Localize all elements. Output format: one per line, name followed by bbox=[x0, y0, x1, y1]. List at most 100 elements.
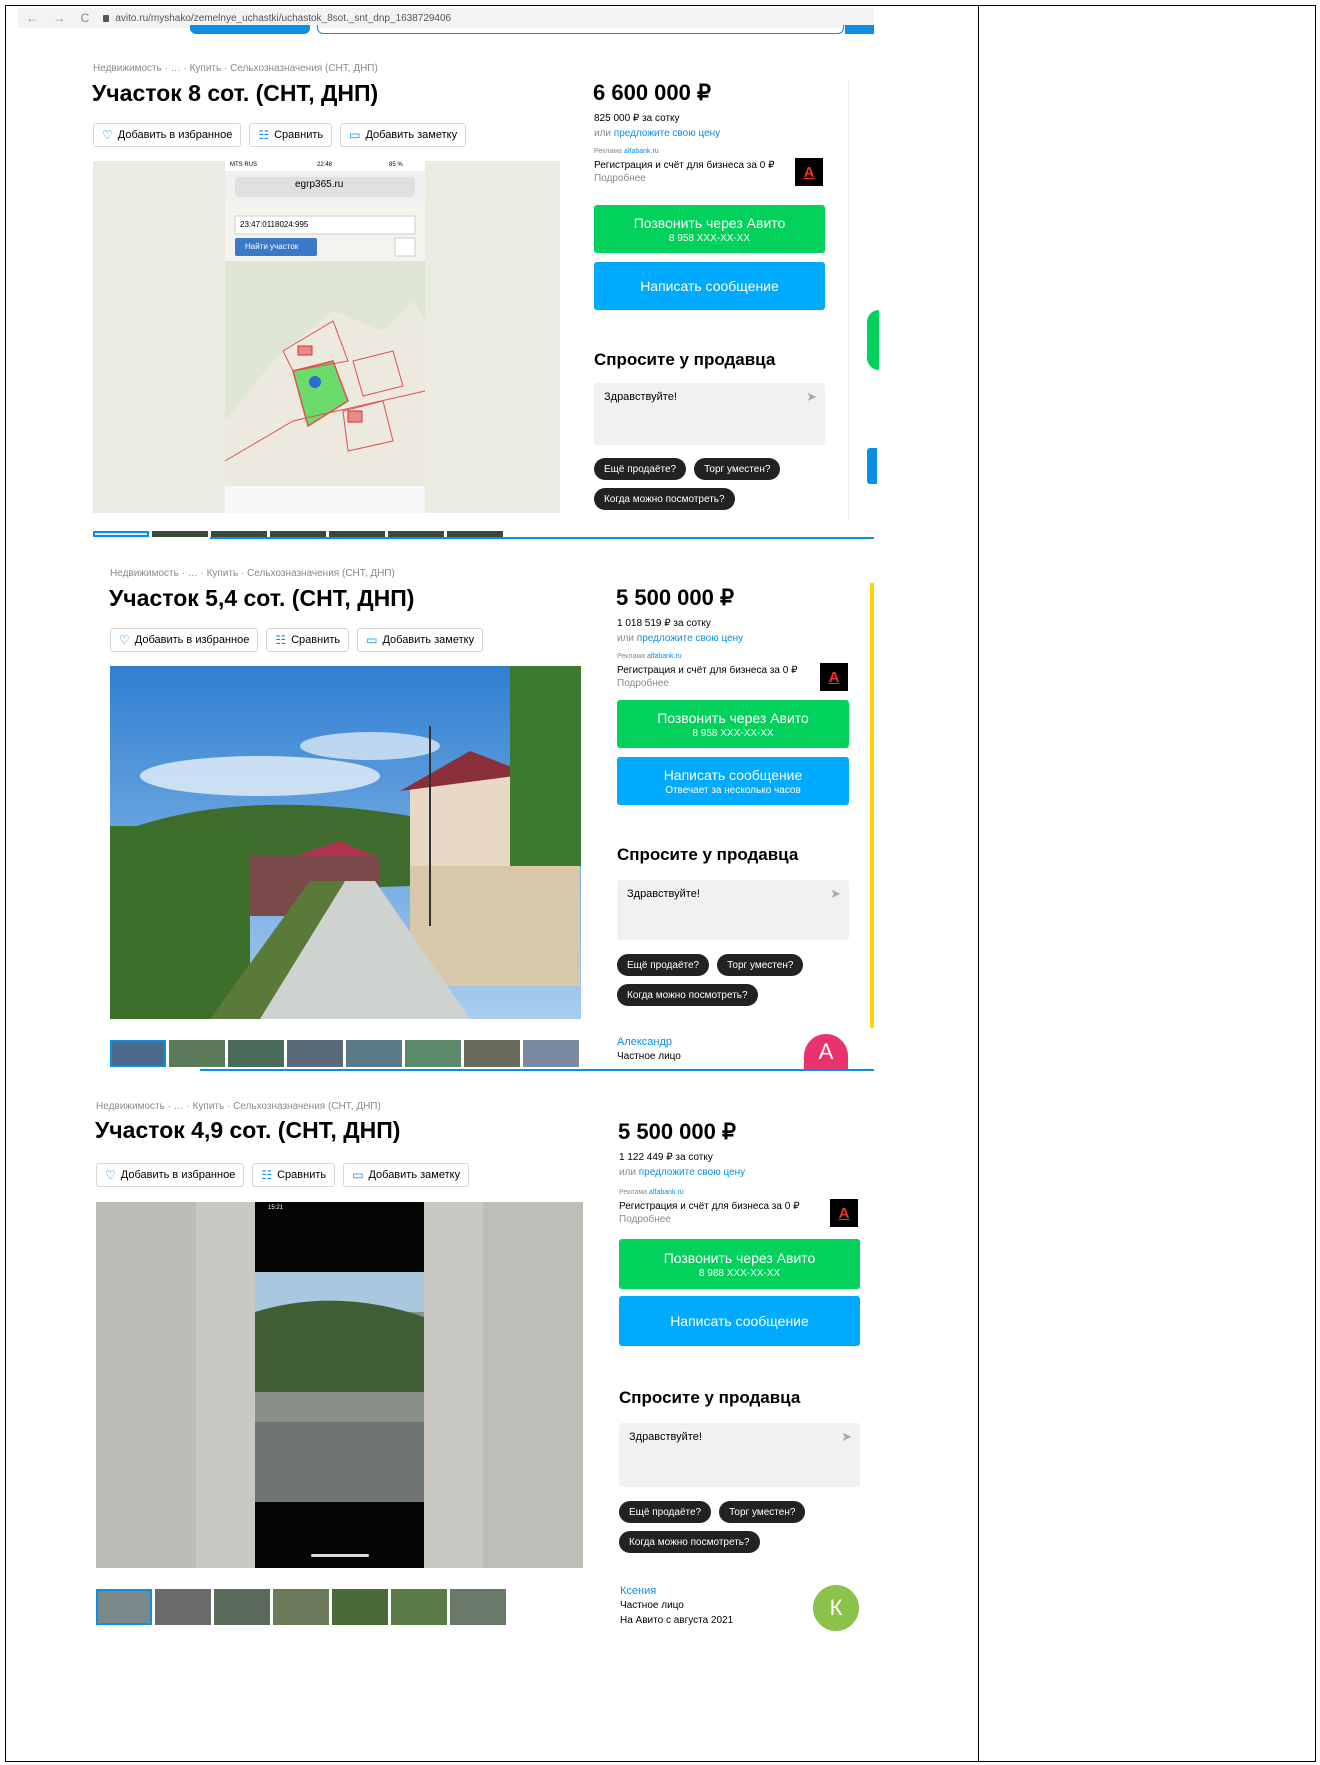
offer-price-link[interactable]: предложите свою цену bbox=[637, 633, 743, 644]
breadcrumb[interactable]: Недвижимость · … · Купить · Сельхозназна… bbox=[93, 63, 378, 74]
alfabank-logo[interactable]: A bbox=[820, 663, 848, 691]
photo-site-url: egrp365.ru bbox=[295, 179, 344, 190]
ad-label: Реклама alfabank.ru bbox=[619, 1189, 684, 1196]
thumbnail[interactable] bbox=[523, 1040, 579, 1067]
call-button[interactable]: Позвонить через Авито 8 958 XXX-XX-XX bbox=[594, 205, 825, 253]
page-title: Участок 4,9 сот. (СНТ, ДНП) bbox=[95, 1117, 401, 1143]
thumbnail[interactable] bbox=[391, 1589, 447, 1625]
phone-photo-art bbox=[96, 1202, 583, 1568]
chip-when-view[interactable]: Когда можно посмотреть? bbox=[617, 984, 758, 1006]
chip-when-view[interactable]: Когда можно посмотреть? bbox=[619, 1531, 760, 1553]
thumbnail-strip bbox=[110, 1040, 579, 1067]
note-icon: ▭ bbox=[349, 128, 361, 142]
compare-button[interactable]: ☷ Сравнить bbox=[266, 628, 350, 652]
ad-more-link[interactable]: Подробнее bbox=[594, 173, 646, 184]
quick-questions: Ещё продаёте? Торг уместен? Когда можно … bbox=[594, 458, 834, 510]
add-favorite-button[interactable]: ♡ Добавить в избранное bbox=[96, 1163, 245, 1187]
price: 6 600 000 ₽ bbox=[593, 80, 711, 105]
listing-actions: ♡ Добавить в избранное ☷ Сравнить ▭ Добавит… bbox=[93, 123, 467, 147]
offer-price-link[interactable]: предложите свою цену bbox=[639, 1167, 745, 1178]
add-favorite-button[interactable]: ♡ Добавить в избранное bbox=[93, 123, 242, 147]
send-icon[interactable]: ➤ bbox=[806, 389, 817, 405]
map-photo-art bbox=[93, 161, 560, 513]
add-note-button[interactable]: ▭ Добавить заметку bbox=[343, 1163, 470, 1187]
seller-avatar[interactable]: А bbox=[804, 1034, 848, 1070]
ad-domain-link[interactable]: alfabank.ru bbox=[649, 1189, 684, 1196]
breadcrumb[interactable]: Недвижимость · … · Купить · Сельхозназна… bbox=[96, 1101, 381, 1112]
site-search-strip bbox=[190, 25, 874, 35]
add-note-button[interactable]: ▭ Добавить заметку bbox=[357, 628, 484, 652]
call-button[interactable]: Позвонить через Авито 8 988 XXX-XX-XX bbox=[619, 1239, 860, 1289]
thumbnail[interactable] bbox=[405, 1040, 461, 1067]
seller-avatar[interactable]: К bbox=[813, 1585, 859, 1631]
heart-icon: ♡ bbox=[119, 633, 130, 647]
browser-nav-icons[interactable]: ← → C bbox=[26, 11, 95, 25]
thumbnail[interactable] bbox=[155, 1589, 211, 1625]
chip-bargain[interactable]: Торг уместен? bbox=[694, 458, 781, 480]
seller-type: Частное лицо bbox=[620, 1600, 684, 1611]
listing-photo[interactable] bbox=[110, 666, 581, 1019]
chip-bargain[interactable]: Торг уместен? bbox=[717, 954, 804, 976]
thumbnail[interactable] bbox=[169, 1040, 225, 1067]
thumbnail[interactable] bbox=[450, 1589, 506, 1625]
price-per-sotka: 1 122 449 ₽ за сотку bbox=[619, 1152, 713, 1163]
thumbnail[interactable] bbox=[152, 531, 208, 537]
url-text[interactable]: avito.ru/myshako/zemelnye_uchastki/uchas… bbox=[115, 13, 451, 24]
thumbnail[interactable] bbox=[287, 1040, 343, 1067]
seller-name-link[interactable]: Александр bbox=[617, 1036, 672, 1048]
listing-photo[interactable]: 15:21 bbox=[96, 1202, 583, 1568]
ad-more-link[interactable]: Подробнее bbox=[619, 1214, 671, 1225]
add-note-button[interactable]: ▭ Добавить заметку bbox=[340, 123, 467, 147]
send-icon[interactable]: ➤ bbox=[841, 1429, 852, 1445]
ad-text[interactable]: Регистрация и счёт для бизнеса за 0 ₽ bbox=[617, 665, 797, 676]
cadastral-number: 23:47:0118024:995 bbox=[240, 220, 309, 229]
ad-text[interactable]: Регистрация и счёт для бизнеса за 0 ₽ bbox=[619, 1201, 799, 1212]
thumbnail[interactable] bbox=[332, 1589, 388, 1625]
ask-seller-input[interactable]: Здравствуйте! ➤ bbox=[594, 383, 825, 445]
chip-when-view[interactable]: Когда можно посмотреть? bbox=[594, 488, 735, 510]
listing-photo[interactable]: MTS RUS 22:48 85 % egrp365.ru 23:47:0118… bbox=[93, 161, 560, 513]
ad-domain-link[interactable]: alfabank.ru bbox=[624, 148, 659, 155]
add-favorite-button[interactable]: ♡ Добавить в избранное bbox=[110, 628, 259, 652]
chip-still-selling[interactable]: Ещё продаёте? bbox=[617, 954, 710, 976]
thumbnail[interactable] bbox=[273, 1589, 329, 1625]
offer-price: или предложите свою цену bbox=[617, 633, 744, 644]
ask-seller-input[interactable]: Здравствуйте! ➤ bbox=[617, 880, 849, 940]
write-message-button[interactable]: Написать сообщение Отвечает за несколько… bbox=[617, 757, 849, 805]
seller-since: На Авито с августа 2021 bbox=[620, 1615, 734, 1626]
thumbnail-strip bbox=[96, 1589, 506, 1625]
ad-more-link[interactable]: Подробнее bbox=[617, 678, 669, 689]
thumbnail[interactable] bbox=[228, 1040, 284, 1067]
compare-icon: ☷ bbox=[275, 633, 287, 647]
compare-button[interactable]: ☷ Сравнить bbox=[252, 1163, 336, 1187]
heart-icon: ♡ bbox=[105, 1168, 116, 1182]
write-message-button[interactable]: Написать сообщение bbox=[594, 262, 825, 310]
breadcrumb[interactable]: Недвижимость · … · Купить · Сельхозназна… bbox=[110, 568, 395, 579]
ad-domain-link[interactable]: alfabank.ru bbox=[647, 653, 682, 660]
quick-questions: Ещё продаёте? Торг уместен? Когда можно … bbox=[619, 1501, 869, 1553]
ad-label: Реклама alfabank.ru bbox=[617, 653, 682, 660]
seller-name-link[interactable]: Ксения bbox=[620, 1585, 656, 1597]
ask-seller-heading: Спросите у продавца bbox=[594, 350, 776, 369]
thumbnail[interactable] bbox=[464, 1040, 520, 1067]
search-bar-underline bbox=[200, 1069, 874, 1071]
alfabank-logo[interactable]: A bbox=[795, 158, 823, 186]
chip-still-selling[interactable]: Ещё продаёте? bbox=[594, 458, 687, 480]
offer-price: или предложите свою цену bbox=[594, 128, 721, 139]
thumbnail[interactable] bbox=[96, 1589, 152, 1625]
chip-still-selling[interactable]: Ещё продаёте? bbox=[619, 1501, 712, 1523]
thumbnail[interactable] bbox=[214, 1589, 270, 1625]
thumbnail[interactable] bbox=[93, 531, 149, 537]
alfabank-logo[interactable]: A bbox=[830, 1199, 858, 1227]
chip-bargain[interactable]: Торг уместен? bbox=[719, 1501, 806, 1523]
call-button[interactable]: Позвонить через Авито 8 958 XXX-XX-XX bbox=[617, 700, 849, 748]
thumbnail[interactable] bbox=[110, 1040, 166, 1067]
write-message-button[interactable]: Написать сообщение bbox=[619, 1296, 860, 1346]
offer-price-link[interactable]: предложите свою цену bbox=[614, 128, 720, 139]
ad-text[interactable]: Регистрация и счёт для бизнеса за 0 ₽ bbox=[594, 160, 774, 171]
send-icon[interactable]: ➤ bbox=[830, 886, 841, 902]
compare-button[interactable]: ☷ Сравнить bbox=[249, 123, 333, 147]
thumbnail[interactable] bbox=[346, 1040, 402, 1067]
ask-seller-input[interactable]: Здравствуйте! ➤ bbox=[619, 1423, 860, 1487]
frame-divider bbox=[978, 5, 979, 1762]
